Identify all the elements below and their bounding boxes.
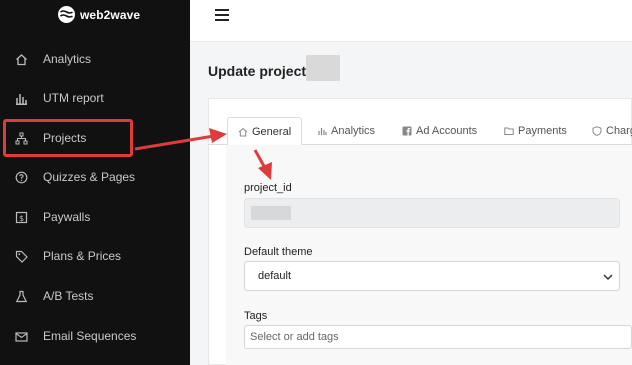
bar-chart-icon [14,91,28,105]
tab-analytics[interactable]: Analytics [317,117,375,145]
tab-charges[interactable]: Charg [592,117,632,145]
top-bar [190,0,632,42]
project-id-label: project_id [244,182,292,194]
tab-general[interactable]: General [227,117,303,146]
folder-icon [504,126,514,136]
tab-label: Charg [606,125,632,137]
page-title: Update project: [208,63,311,79]
sidebar-item-quizzes-pages[interactable]: Quizzes & Pages [0,159,190,195]
redacted-project-name [306,55,340,81]
project-id-field [244,198,620,228]
flask-icon [14,289,28,303]
sidebar-item-label: Plans & Prices [43,249,122,263]
sidebar-item-analytics[interactable]: Analytics [0,41,190,77]
sidebar-item-utm-report[interactable]: UTM report [0,80,190,116]
wave-logo-icon [58,6,75,23]
logo-text: web2wave [80,7,141,22]
sidebar-item-label: Paywalls [43,210,91,224]
shield-icon [592,126,602,136]
tags-placeholder: Select or add tags [250,331,339,343]
sidebar-item-label: Analytics [43,52,92,66]
question-circle-icon [14,170,28,184]
sidebar-item-label: Quizzes & Pages [43,170,136,184]
sidebar-item-label: A/B Tests [43,289,94,303]
annotation-highlight-box [3,119,133,157]
logo[interactable]: web2wave [58,6,140,23]
facebook-icon [402,126,412,136]
redacted-project-id [251,206,291,220]
tags-label: Tags [244,310,268,322]
tab-label: Payments [518,125,567,137]
home-icon [14,52,28,66]
envelope-icon [14,329,28,343]
svg-text:$: $ [19,214,24,223]
tab-ad-accounts[interactable]: Ad Accounts [402,117,477,145]
home-icon [238,127,248,137]
sidebar-item-plans-prices[interactable]: Plans & Prices [0,238,190,274]
tags-input[interactable]: Select or add tags [244,325,632,349]
default-theme-select[interactable]: default [244,261,620,291]
sidebar-item-label: Email Sequences [43,329,137,343]
sidebar: web2wave Analytics UTM report Projects Q… [0,0,190,365]
tab-label: Analytics [331,125,376,137]
sidebar-item-ab-tests[interactable]: A/B Tests [0,278,190,314]
tab-label: General [252,125,292,138]
default-theme-label: Default theme [244,246,313,258]
tab-payments[interactable]: Payments [504,117,567,145]
bar-chart-icon [317,126,327,136]
hamburger-menu-icon[interactable] [215,9,231,23]
sidebar-item-label: UTM report [43,91,104,105]
tab-label: Ad Accounts [416,125,478,137]
tab-bar: General Analytics Ad Accounts Payments C… [208,117,632,146]
dollar-page-icon: $ [14,210,28,224]
tag-icon [14,249,28,263]
sidebar-item-paywalls[interactable]: $ Paywalls [0,199,190,235]
chevron-down-icon [603,272,613,284]
sidebar-item-email-sequences[interactable]: Email Sequences [0,318,190,354]
default-theme-value: default [258,270,292,282]
